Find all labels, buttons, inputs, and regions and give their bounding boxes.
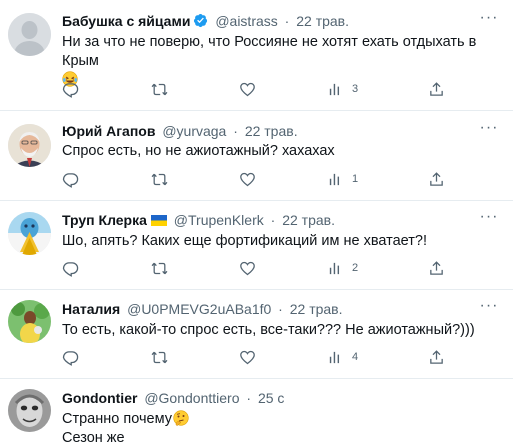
- reply-button[interactable]: [62, 258, 79, 278]
- like-icon: [240, 82, 255, 96]
- retweet-button[interactable]: [151, 79, 168, 99]
- tweet-actions: 3: [62, 79, 482, 99]
- views-count: 2: [352, 262, 359, 274]
- timestamp[interactable]: 22 трав.: [290, 301, 343, 317]
- like-button[interactable]: [239, 79, 256, 99]
- share-button[interactable]: [428, 258, 445, 278]
- tweet-header: Юрий Агапов @yurvaga · 22 трав.: [62, 122, 298, 140]
- avatar[interactable]: [8, 212, 51, 255]
- reply-icon: [62, 82, 79, 98]
- verified-badge-icon: [193, 13, 208, 28]
- retweet-button[interactable]: [151, 258, 168, 278]
- tweet-actions: 1: [62, 169, 482, 189]
- tweet-text-body: Ни за что не поверю, что Россияне не хот…: [62, 34, 477, 69]
- separator-dot: ·: [278, 301, 283, 317]
- display-name[interactable]: Бабушка с яйцами: [62, 13, 190, 29]
- retweet-button[interactable]: [151, 347, 168, 367]
- user-handle[interactable]: @TrupenKlerk: [174, 212, 264, 228]
- reply-icon: [62, 350, 79, 366]
- views-button[interactable]: 3: [327, 79, 358, 99]
- share-icon: [430, 171, 443, 186]
- views-button[interactable]: 2: [327, 258, 358, 278]
- separator-dot: ·: [284, 13, 290, 29]
- user-handle[interactable]: @U0PMEVG2uABa1f0: [127, 301, 271, 317]
- display-name[interactable]: Наталия: [62, 301, 120, 317]
- share-button[interactable]: [428, 347, 445, 367]
- share-icon: [430, 81, 443, 96]
- separator-dot: ·: [233, 123, 238, 139]
- like-button[interactable]: [239, 347, 256, 367]
- separator-dot: ·: [246, 390, 252, 406]
- views-icon: [329, 83, 340, 95]
- user-handle[interactable]: @Gondonttiero: [144, 390, 239, 406]
- views-icon: [329, 351, 340, 363]
- tweet[interactable]: Труп Клерка @TrupenKlerk · 22 трав. ··· …: [0, 201, 513, 289]
- timestamp[interactable]: 22 трав.: [245, 123, 298, 139]
- display-name[interactable]: Gondontier: [62, 390, 137, 406]
- separator-dot: ·: [270, 212, 276, 228]
- thinking-face-emoji-icon: [173, 410, 189, 426]
- share-button[interactable]: [428, 79, 445, 99]
- like-icon: [240, 172, 255, 186]
- like-icon: [240, 350, 255, 364]
- tweet-header: Бабушка с яйцами @aistrass · 22 трав.: [62, 12, 349, 30]
- tweet-header: Труп Клерка @TrupenKlerk · 22 трав.: [62, 211, 335, 229]
- reply-button[interactable]: [62, 169, 79, 189]
- reply-button[interactable]: [62, 347, 79, 367]
- reply-icon: [62, 172, 79, 188]
- tweet-text-body: Странно почему: [62, 411, 172, 427]
- retweet-icon: [151, 351, 168, 363]
- tweet-text: То есть, какой-то спрос есть, все-таки??…: [62, 322, 475, 338]
- retweet-button[interactable]: [151, 169, 168, 189]
- views-button[interactable]: 4: [327, 347, 358, 367]
- more-options-icon[interactable]: ···: [479, 10, 499, 31]
- avatar[interactable]: [8, 13, 51, 56]
- more-options-icon[interactable]: ···: [479, 298, 499, 319]
- user-handle[interactable]: @aistrass: [215, 13, 277, 29]
- views-count: 3: [352, 83, 359, 95]
- tweet[interactable]: Юрий Агапов @yurvaga · 22 трав. ··· Спро…: [0, 111, 513, 200]
- retweet-icon: [151, 262, 168, 274]
- views-count: 1: [352, 173, 359, 185]
- views-icon: [329, 173, 340, 185]
- tweet[interactable]: Наталия @U0PMEVG2uABa1f0 · 22 трав. ··· …: [0, 290, 513, 378]
- avatar[interactable]: [8, 300, 51, 343]
- more-options-icon[interactable]: ···: [479, 120, 499, 141]
- share-button[interactable]: [428, 169, 445, 189]
- display-name[interactable]: Труп Клерка: [62, 212, 147, 228]
- tweet-header: Наталия @U0PMEVG2uABa1f0 · 22 трав.: [62, 300, 343, 318]
- like-button[interactable]: [239, 258, 256, 278]
- tweet-text: Странно почему Сезон же: [62, 410, 502, 448]
- avatar[interactable]: [8, 389, 51, 432]
- timestamp[interactable]: 25 с: [258, 390, 284, 406]
- timestamp[interactable]: 22 трав.: [282, 212, 335, 228]
- views-button[interactable]: 1: [327, 169, 358, 189]
- ukraine-flag-icon: [150, 212, 167, 226]
- tweet-header: Gondontier @Gondonttiero · 25 с: [62, 389, 284, 407]
- reply-button[interactable]: [62, 79, 79, 99]
- tweet-text-line-2: Сезон же: [62, 430, 125, 446]
- share-icon: [430, 349, 443, 364]
- avatar[interactable]: [8, 124, 51, 167]
- share-icon: [430, 260, 443, 275]
- timestamp[interactable]: 22 трав.: [296, 13, 349, 29]
- user-handle[interactable]: @yurvaga: [162, 123, 226, 139]
- retweet-icon: [151, 173, 168, 185]
- views-icon: [329, 262, 340, 274]
- tweet[interactable]: Gondontier @Gondonttiero · 25 с Странно …: [0, 379, 513, 448]
- like-button[interactable]: [239, 169, 256, 189]
- more-options-icon[interactable]: ···: [479, 209, 499, 230]
- tweet-actions: 4: [62, 347, 482, 367]
- retweet-icon: [151, 83, 168, 95]
- tweet-text: Спрос есть, но не ажиотажный? хахахах: [62, 143, 335, 159]
- tweet-actions: 2: [62, 258, 482, 278]
- views-count: 4: [352, 351, 359, 363]
- tweet-text: Шо, апять? Каких еще фортификаций им не …: [62, 233, 427, 249]
- reply-icon: [62, 261, 79, 277]
- like-icon: [240, 261, 255, 275]
- tweet[interactable]: Бабушка с яйцами @aistrass · 22 трав. ··…: [0, 0, 513, 110]
- display-name[interactable]: Юрий Агапов: [62, 123, 155, 139]
